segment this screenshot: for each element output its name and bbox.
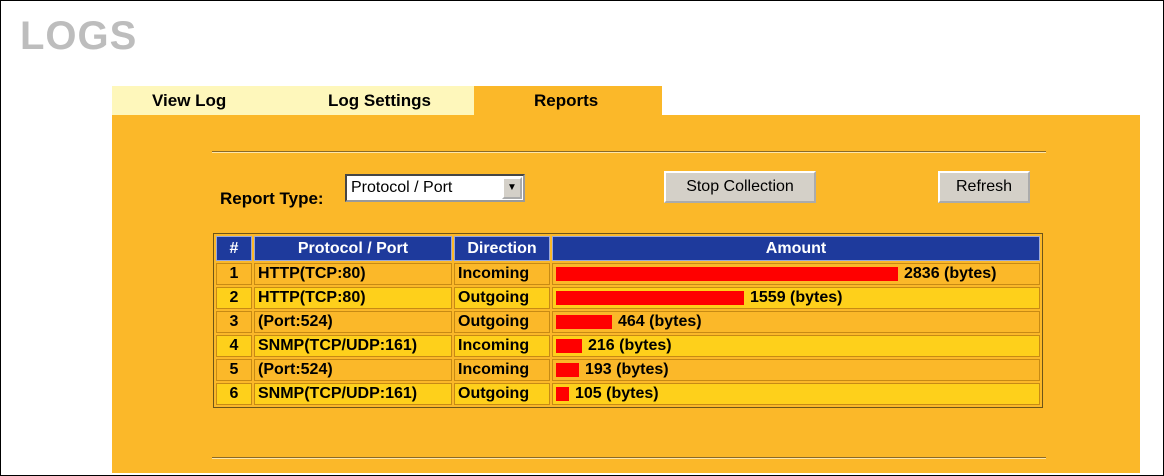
- table-header-row: # Protocol / Port Direction Amount: [216, 236, 1040, 261]
- chevron-down-icon[interactable]: ▼: [502, 177, 522, 199]
- table-row: 4 SNMP(TCP/UDP:161) Incoming 216 (bytes): [216, 335, 1040, 357]
- row-direction: Outgoing: [454, 383, 550, 405]
- row-number: 2: [216, 287, 252, 309]
- row-amount-cell: 193 (bytes): [552, 359, 1040, 381]
- divider-top: [212, 151, 1046, 153]
- tab-view-log[interactable]: View Log: [112, 86, 288, 116]
- report-type-label: Report Type:: [220, 189, 324, 208]
- tab-label: View Log: [152, 91, 227, 110]
- row-amount: 1559 (bytes): [750, 289, 843, 306]
- row-amount-cell: 2836 (bytes): [552, 263, 1040, 285]
- table-row: 2 HTTP(TCP:80) Outgoing 1559 (bytes): [216, 287, 1040, 309]
- row-amount: 105 (bytes): [575, 385, 659, 402]
- page-title: LOGS: [20, 14, 138, 58]
- table-row: 6 SNMP(TCP/UDP:161) Outgoing 105 (bytes): [216, 383, 1040, 405]
- amount-bar: [556, 291, 744, 305]
- tab-log-settings[interactable]: Log Settings: [288, 86, 474, 116]
- row-amount-cell: 216 (bytes): [552, 335, 1040, 357]
- amount-bar: [556, 339, 582, 353]
- column-header-amount: Amount: [552, 236, 1040, 261]
- row-number: 5: [216, 359, 252, 381]
- row-direction: Incoming: [454, 335, 550, 357]
- column-header-direction: Direction: [454, 236, 550, 261]
- row-number: 1: [216, 263, 252, 285]
- table-row: 3 (Port:524) Outgoing 464 (bytes): [216, 311, 1040, 333]
- stop-collection-button[interactable]: Stop Collection: [664, 171, 816, 203]
- row-amount: 464 (bytes): [618, 313, 702, 330]
- report-type-value: Protocol / Port: [351, 179, 453, 196]
- amount-bar: [556, 267, 898, 281]
- tab-label: Log Settings: [328, 91, 431, 110]
- reports-panel: Report Type: Protocol / Port ▼ Stop Coll…: [112, 115, 1140, 473]
- row-amount: 216 (bytes): [588, 337, 672, 354]
- row-amount-cell: 464 (bytes): [552, 311, 1040, 333]
- amount-bar: [556, 363, 579, 377]
- column-header-number: #: [216, 236, 252, 261]
- amount-bar: [556, 315, 612, 329]
- tab-reports[interactable]: Reports: [474, 86, 662, 116]
- row-number: 3: [216, 311, 252, 333]
- column-header-protocol: Protocol / Port: [254, 236, 452, 261]
- row-amount-cell: 1559 (bytes): [552, 287, 1040, 309]
- row-direction: Incoming: [454, 263, 550, 285]
- row-protocol: (Port:524): [254, 311, 452, 333]
- amount-bar: [556, 387, 569, 401]
- report-type-select[interactable]: Protocol / Port ▼: [345, 174, 525, 202]
- row-number: 6: [216, 383, 252, 405]
- row-protocol: HTTP(TCP:80): [254, 287, 452, 309]
- row-amount-cell: 105 (bytes): [552, 383, 1040, 405]
- table-row: 1 HTTP(TCP:80) Incoming 2836 (bytes): [216, 263, 1040, 285]
- divider-bottom: [212, 457, 1046, 459]
- row-protocol: SNMP(TCP/UDP:161): [254, 383, 452, 405]
- row-direction: Incoming: [454, 359, 550, 381]
- table-row: 5 (Port:524) Incoming 193 (bytes): [216, 359, 1040, 381]
- tab-label: Reports: [534, 91, 599, 110]
- row-direction: Outgoing: [454, 311, 550, 333]
- row-protocol: SNMP(TCP/UDP:161): [254, 335, 452, 357]
- refresh-button[interactable]: Refresh: [938, 171, 1030, 203]
- row-direction: Outgoing: [454, 287, 550, 309]
- row-protocol: HTTP(TCP:80): [254, 263, 452, 285]
- row-amount: 2836 (bytes): [904, 265, 997, 282]
- row-protocol: (Port:524): [254, 359, 452, 381]
- report-table: # Protocol / Port Direction Amount 1 HTTP…: [213, 233, 1043, 408]
- row-number: 4: [216, 335, 252, 357]
- row-amount: 193 (bytes): [585, 361, 669, 378]
